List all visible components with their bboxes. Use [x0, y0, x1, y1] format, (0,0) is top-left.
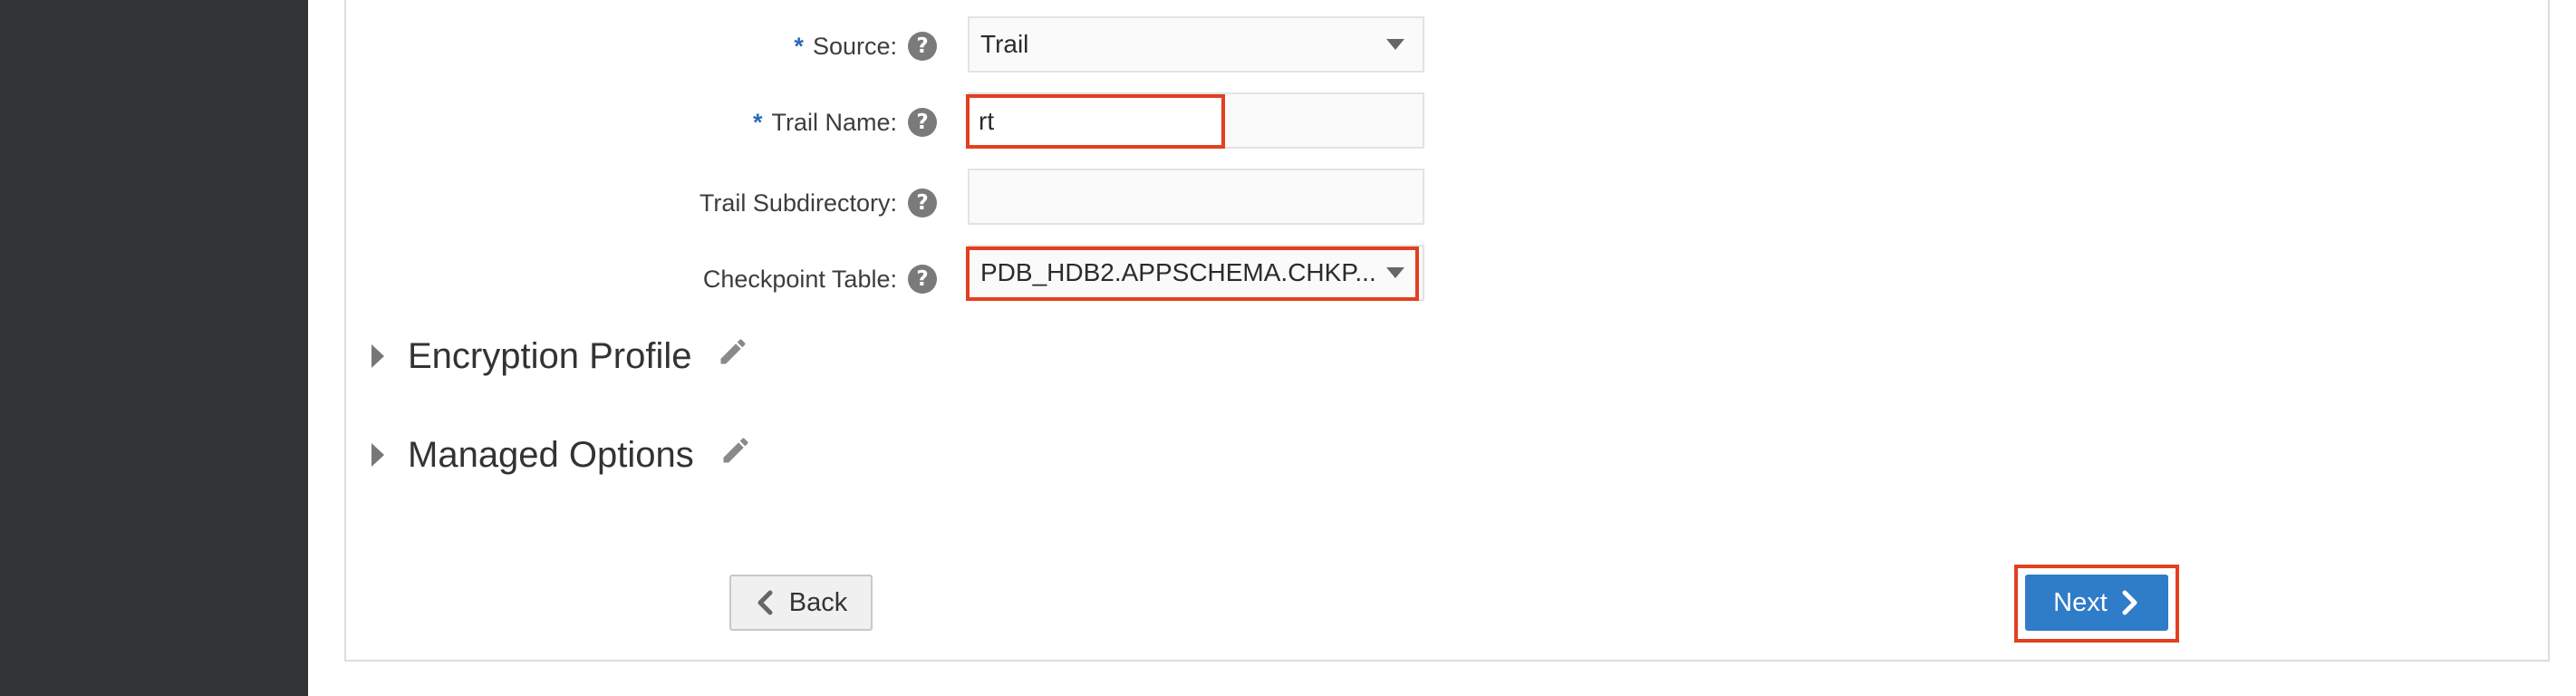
checkpoint-table-label: Checkpoint Table: [702, 266, 897, 293]
triangle-right-icon[interactable] [371, 344, 384, 368]
required-marker: * [752, 109, 763, 136]
triangle-right-icon[interactable] [371, 443, 384, 467]
back-button[interactable]: Back [729, 575, 873, 631]
required-marker: * [794, 33, 804, 60]
trail-name-input[interactable]: rt [968, 96, 1225, 147]
encryption-profile-title: Encryption Profile [408, 335, 692, 376]
chevron-left-icon [757, 590, 773, 615]
trail-name-help-icon[interactable]: ? [908, 108, 937, 137]
source-label: * Source: [794, 33, 897, 60]
source-select[interactable]: Trail [968, 16, 1424, 72]
source-help-icon[interactable]: ? [908, 32, 937, 61]
trail-subdirectory-help-icon[interactable]: ? [908, 188, 937, 218]
next-button[interactable]: Next [2025, 575, 2168, 631]
next-button-label: Next [2053, 587, 2108, 617]
encryption-profile-section[interactable]: Encryption Profile [371, 335, 749, 377]
trail-subdirectory-input[interactable] [968, 169, 1424, 225]
trail-name-value: rt [979, 107, 995, 135]
chevron-down-icon [1386, 267, 1404, 278]
form-panel [344, 0, 2550, 662]
chevron-down-icon [1386, 39, 1404, 50]
managed-options-section[interactable]: Managed Options [371, 434, 752, 476]
pencil-icon[interactable] [717, 335, 749, 377]
checkpoint-table-value: PDB_HDB2.APPSCHEMA.CHKP... [980, 258, 1376, 286]
trail-name-label: * Trail Name: [752, 109, 897, 136]
managed-options-title: Managed Options [408, 434, 694, 475]
pencil-icon[interactable] [719, 434, 752, 476]
back-button-label: Back [788, 587, 848, 617]
sidebar [0, 0, 308, 696]
checkpoint-table-help-icon[interactable]: ? [908, 265, 937, 294]
source-select-value: Trail [980, 30, 1029, 58]
chevron-right-icon [2122, 590, 2137, 615]
trail-subdirectory-label: Trail Subdirectory: [699, 189, 897, 217]
checkpoint-table-select[interactable]: PDB_HDB2.APPSCHEMA.CHKP... [968, 245, 1424, 301]
